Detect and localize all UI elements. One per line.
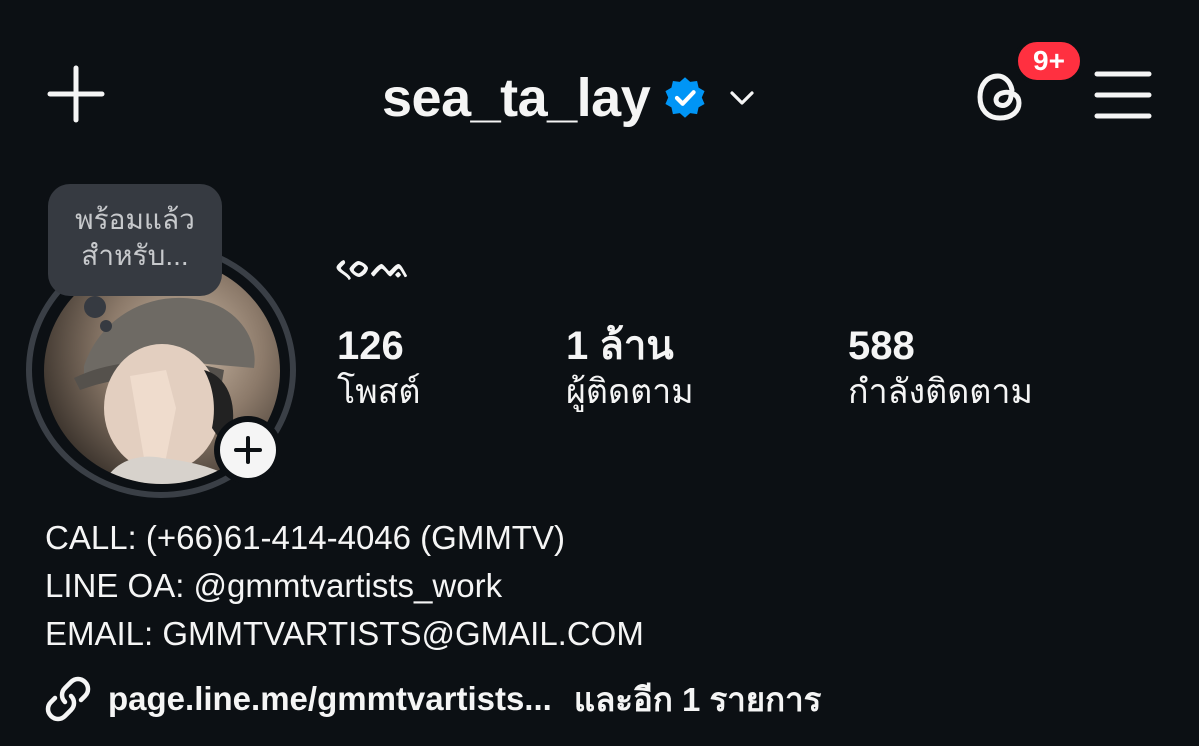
more-links[interactable]: และอีก 1 รายการ: [574, 673, 822, 726]
posts-count: 126: [337, 324, 404, 368]
followers-stat[interactable]: 1 ล้าน ผู้ติดตาม: [566, 324, 694, 416]
bio-line-call: CALL: (+66)61-414-4046 (GMMTV): [45, 519, 565, 556]
bio-line-email: EMAIL: GMMTVARTISTS@GMAIL.COM: [45, 615, 644, 652]
add-story-button[interactable]: [214, 416, 282, 484]
bio-links[interactable]: page.line.me/gmmtvartists... และอีก 1 รา…: [44, 676, 821, 722]
verified-badge-icon: [665, 77, 705, 118]
link-icon: [45, 676, 91, 722]
note-bubble[interactable]: พร้อมแล้ว สำหรับ...: [48, 184, 222, 296]
display-name: ᨔᨙᨕ: [337, 246, 412, 286]
notification-badge: 9+: [1014, 38, 1084, 84]
note-bubble-tail-small: [100, 320, 112, 332]
bio-line-line-oa: LINE OA: @gmmtvartists_work: [45, 567, 503, 604]
note-line-1: พร้อมแล้ว: [75, 204, 195, 235]
posts-label: โพสต์: [337, 373, 421, 411]
username[interactable]: sea_ta_lay: [382, 71, 651, 125]
chevron-down-icon[interactable]: [726, 82, 758, 114]
following-count: 588: [848, 324, 915, 368]
plus-icon: [234, 436, 262, 464]
posts-stat[interactable]: 126 โพสต์: [337, 324, 421, 416]
note-line-2: สำหรับ...: [81, 240, 189, 271]
bio-link[interactable]: page.line.me/gmmtvartists...: [108, 680, 552, 718]
bio: CALL: (+66)61-414-4046 (GMMTV) LINE OA: …: [45, 514, 644, 658]
following-stat[interactable]: 588 กำลังติดตาม: [848, 324, 1033, 416]
followers-count: 1 ล้าน: [566, 324, 674, 368]
note-bubble-tail: [84, 296, 106, 318]
followers-label: ผู้ติดตาม: [566, 373, 694, 411]
create-plus-icon[interactable]: [46, 64, 106, 124]
following-label: กำลังติดตาม: [848, 373, 1033, 411]
hamburger-menu-icon[interactable]: [1094, 68, 1152, 122]
account-switcher[interactable]: sea_ta_lay: [382, 66, 758, 130]
